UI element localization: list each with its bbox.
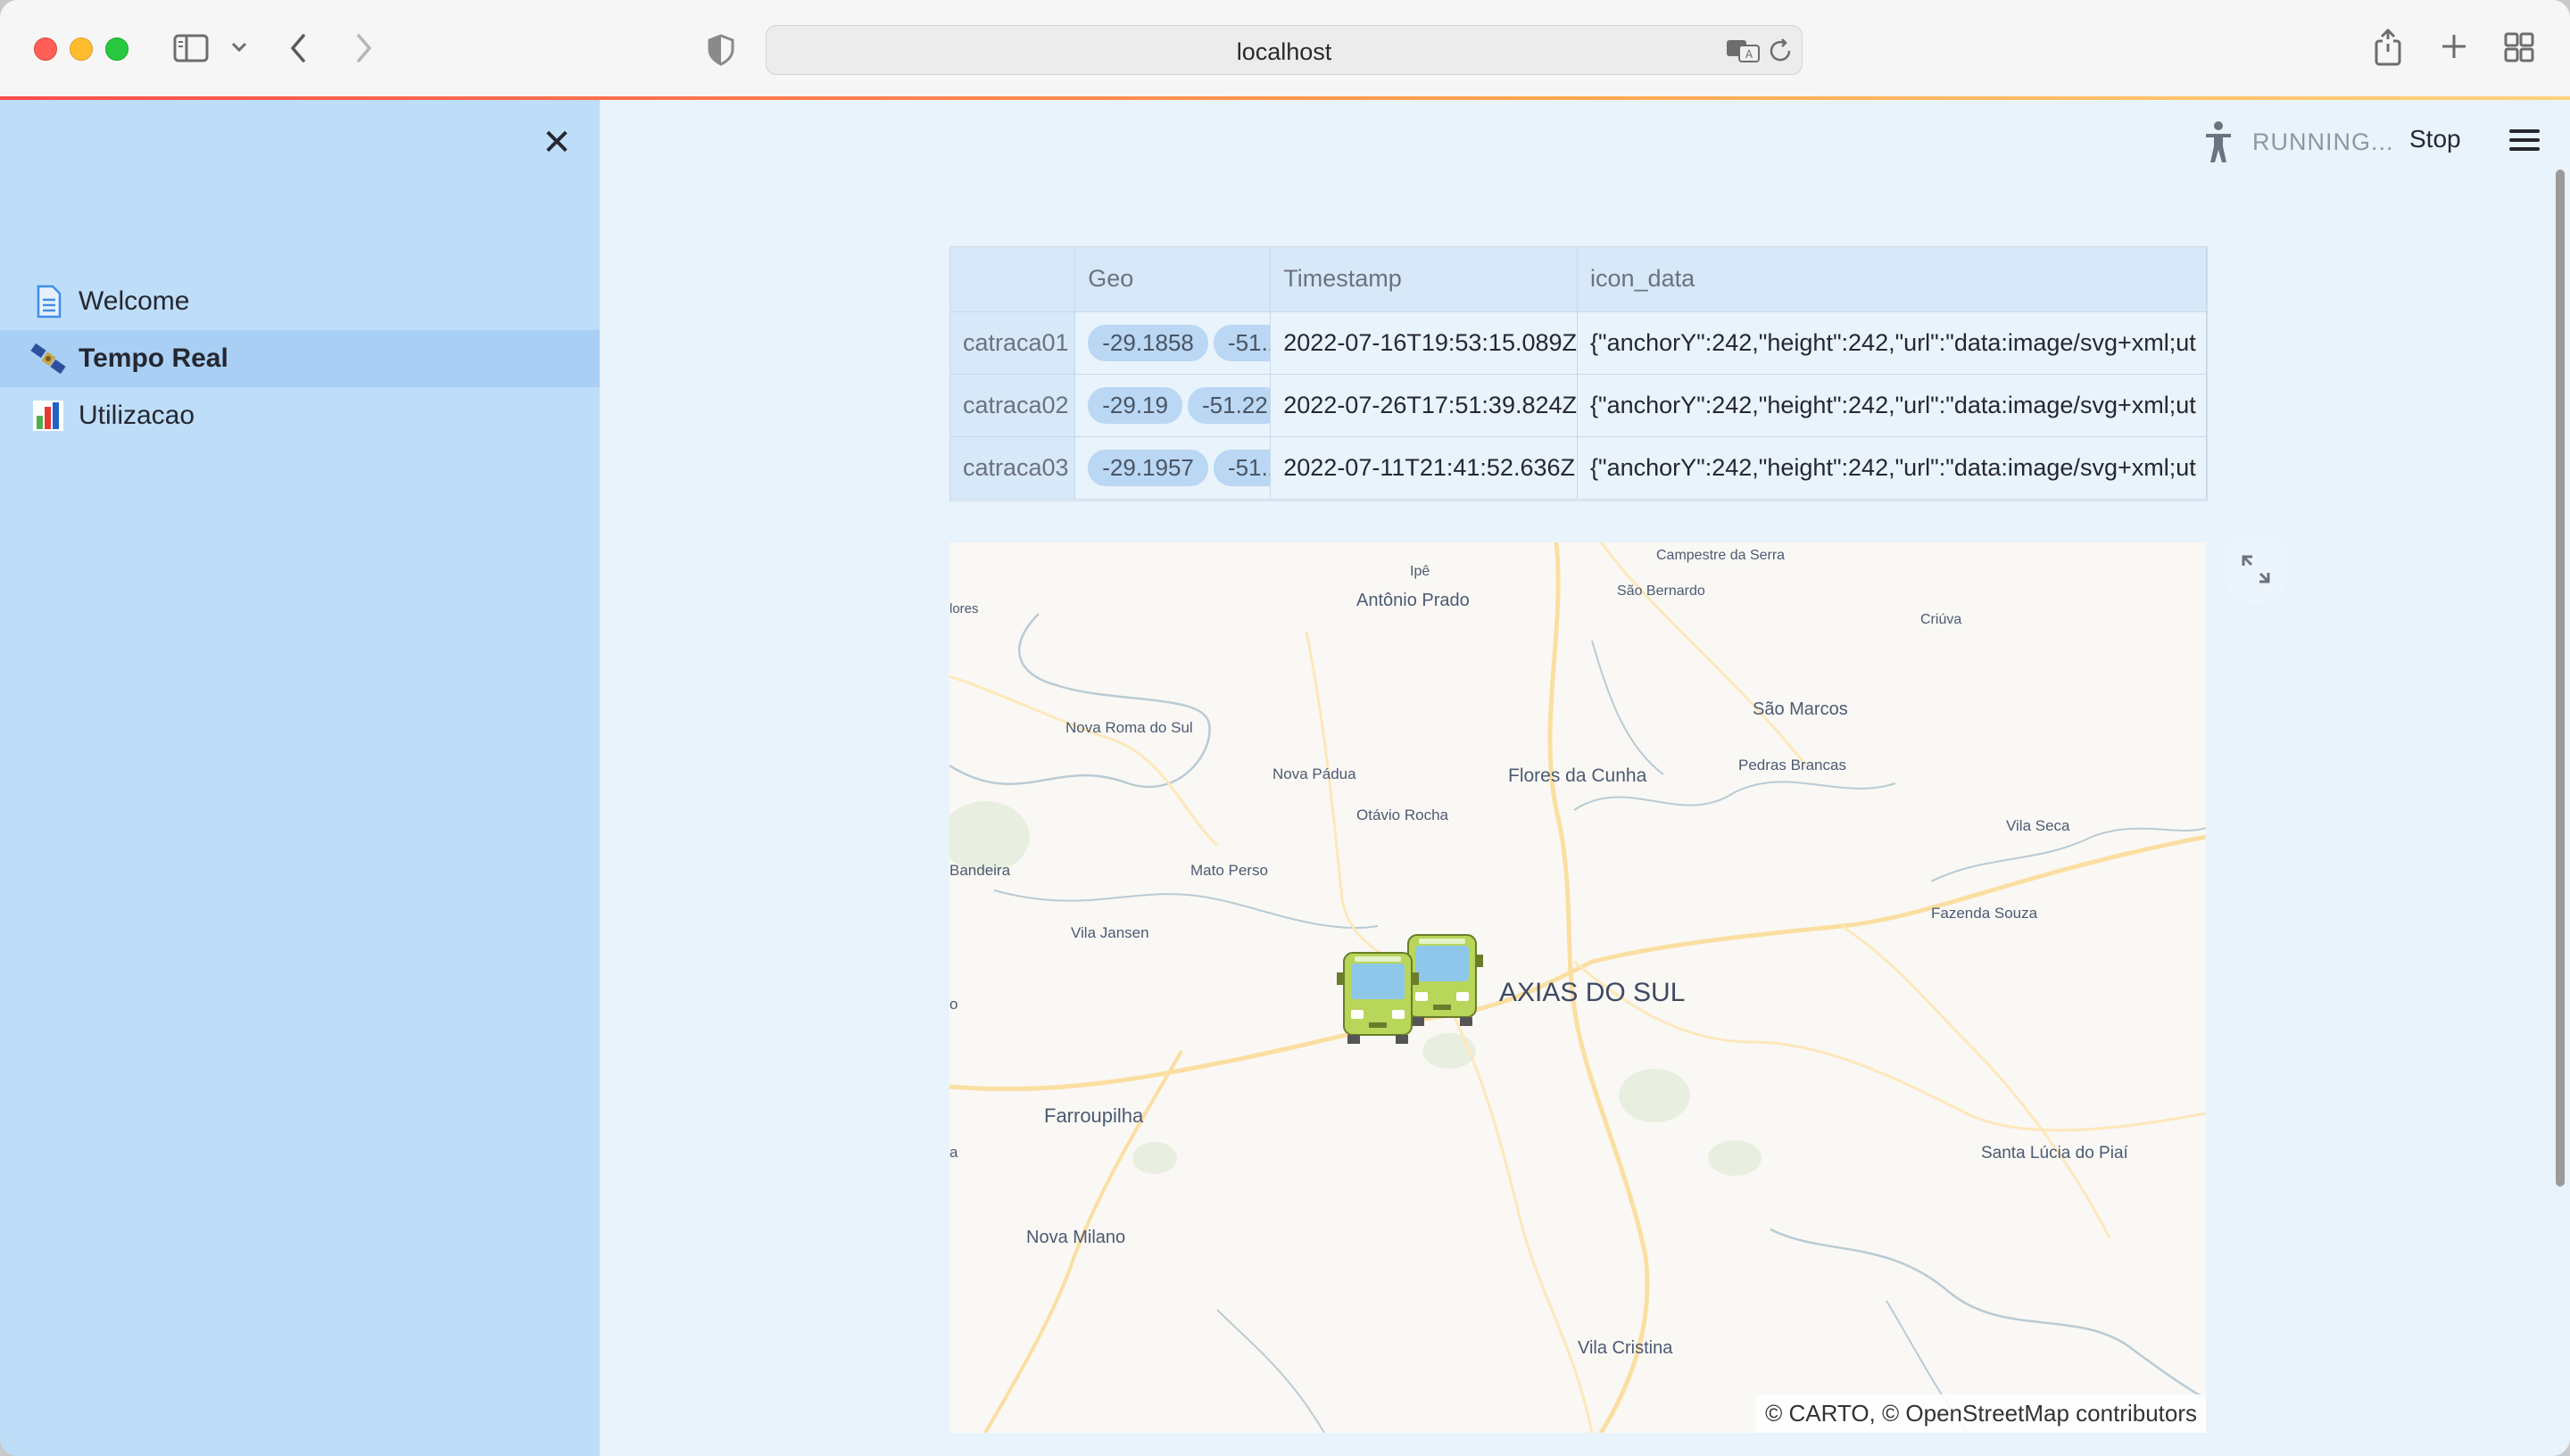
map-label-sao-marcos: São Marcos [1753,699,1848,719]
geo-pill: -51.22 [1187,386,1270,424]
shield-icon[interactable] [707,34,735,66]
running-person-icon [2206,121,2231,162]
map-label-nova-milano: Nova Milano [1026,1228,1126,1247]
sidebar-item-utilizacao[interactable]: Utilizacao [0,387,600,444]
sidebar: ✕ Welcome Tempo Real Utilizacao [0,100,600,1456]
map-attribution[interactable]: © CARTO, © OpenStreetMap contributors [1756,1394,2206,1433]
sidebar-toggle-icon[interactable] [173,32,209,64]
chevron-down-icon[interactable] [228,36,250,57]
svg-text:A: A [1745,48,1753,61]
icon-data-cell[interactable]: {"anchorY":242,"height":242,"url":"data:… [1577,311,2207,375]
row-index: catraca02 [950,374,1076,437]
icon-data-text: {"anchorY":242,"height":242,"url":"data:… [1590,453,2196,481]
table-row[interactable]: catraca03 -29.1957-51.1 2022-07-11T21:41… [950,436,2207,500]
row-index: catraca03 [950,436,1076,500]
map-view[interactable]: Ipê Campestre da Serra São Bernardo Antô… [949,542,2206,1433]
address-bar[interactable]: localhost A [766,25,1803,75]
maximize-window-button[interactable] [105,37,128,61]
map-label-vila-seca: Vila Seca [2006,817,2070,834]
satellite-icon [30,341,66,376]
page-scrollbar[interactable] [2556,170,2565,1187]
geo-cell[interactable]: -29.19 -51.22 [1074,374,1272,437]
icon-data-cell[interactable]: {"anchorY":242,"height":242,"url":"data:… [1577,436,2207,500]
table-row[interactable]: catraca02 -29.19 -51.22 2022-07-26T17:51:… [950,374,2207,437]
sidebar-item-welcome[interactable]: Welcome [0,273,600,330]
map-label-farroupilha: Farroupilha [1044,1104,1144,1127]
map-label-otavio-rocha: Otávio Rocha [1356,807,1448,823]
map-label-bandeira: Bandeira [949,862,1011,879]
map-label-flores: lores [949,601,979,616]
map-label-mato-perso: Mato Perso [1190,862,1268,879]
geo-cell[interactable]: -29.1858-51.1 [1074,311,1272,375]
tab-overview-icon[interactable] [2504,32,2534,62]
forward-arrow-icon[interactable] [350,32,377,64]
bus-icon[interactable] [1333,947,1422,1046]
table-row[interactable]: catraca01 -29.1858-51.1 2022-07-16T19:53… [950,311,2207,375]
map-label-pedras-brancas: Pedras Brancas [1738,757,1846,774]
back-arrow-icon[interactable] [286,32,312,64]
hamburger-menu-icon[interactable] [2509,129,2540,151]
table-header-icon-data[interactable]: icon_data [1577,247,2207,312]
document-icon [30,284,66,319]
sidebar-item-label: Utilizacao [79,401,195,430]
timestamp-cell[interactable]: 2022-07-16T19:53:15.089Z [1270,311,1578,375]
map-label-a: a [949,1144,958,1161]
browser-toolbar: localhost A [0,0,2570,98]
map-label-vila-jansen: Vila Jansen [1071,924,1149,941]
map-label-nova-padua: Nova Pádua [1273,765,1356,782]
table-header-geo[interactable]: Geo [1074,247,1272,312]
geo-cell[interactable]: -29.1957-51.1 [1074,436,1272,500]
map-label-ipe: Ipê [1410,564,1430,579]
row-index: catraca01 [950,311,1076,375]
fullscreen-button[interactable] [2222,535,2290,603]
geo-pill: -29.1858 [1088,324,1208,361]
close-window-button[interactable] [34,37,57,61]
map-label-fazenda-souza: Fazenda Souza [1931,905,2038,922]
icon-data-cell[interactable]: {"anchorY":242,"height":242,"url":"data:… [1577,374,2207,437]
map-label-nova-roma: Nova Roma do Sul [1065,719,1193,736]
map-label-caxias: AXIAS DO SUL [1499,978,1686,1007]
running-status-text: RUNNING... [2252,128,2394,155]
table-header-row: Geo Timestamp icon_data [950,247,2207,312]
icon-data-text: {"anchorY":242,"height":242,"url":"data:… [1590,328,2196,356]
map-label-criuva: Criúva [1920,612,1962,627]
browser-window: localhost A ✕ Welcome Tempo Real Utiliza… [0,0,2570,1456]
sidebar-item-label: Welcome [79,286,190,316]
table-header-index [950,247,1076,312]
geo-pill: -51.1 [1213,324,1270,361]
close-sidebar-icon[interactable]: ✕ [539,125,575,161]
geo-pill: -51.1 [1213,449,1270,486]
expand-icon [2242,555,2270,583]
map-label-o: o [949,996,958,1013]
icon-data-text: {"anchorY":242,"height":242,"url":"data:… [1590,391,2196,418]
geo-pill: -29.19 [1088,386,1182,424]
translate-icon[interactable]: A [1725,37,1761,65]
map-label-flores-cunha: Flores da Cunha [1508,765,1647,786]
dataframe-table[interactable]: Geo Timestamp icon_data catraca01 -29.18… [949,246,2208,501]
map-label-antonio-prado: Antônio Prado [1356,591,1470,610]
table-header-timestamp[interactable]: Timestamp [1270,247,1578,312]
map-label-vila-cristina: Vila Cristina [1578,1338,1673,1358]
map-label-campestre: Campestre da Serra [1656,548,1786,563]
url-text: localhost [1236,38,1332,65]
map-label-santa-lucia: Santa Lúcia do Piaí [1981,1144,2128,1162]
stop-button[interactable]: Stop [2409,125,2461,153]
timestamp-cell[interactable]: 2022-07-11T21:41:52.636Z [1270,436,1578,500]
new-tab-icon[interactable] [2440,32,2468,61]
minimize-window-button[interactable] [70,37,93,61]
timestamp-cell[interactable]: 2022-07-26T17:51:39.824Z [1270,374,1578,437]
sidebar-item-tempo-real[interactable]: Tempo Real [0,330,600,387]
reload-icon[interactable] [1766,37,1795,65]
sidebar-item-label: Tempo Real [79,343,228,373]
map-label-sao-bernardo: São Bernardo [1617,583,1705,599]
running-status: RUNNING... [2201,120,2394,164]
bar-chart-icon [30,398,66,434]
share-icon[interactable] [2374,28,2402,66]
geo-pill: -29.1957 [1088,449,1208,486]
